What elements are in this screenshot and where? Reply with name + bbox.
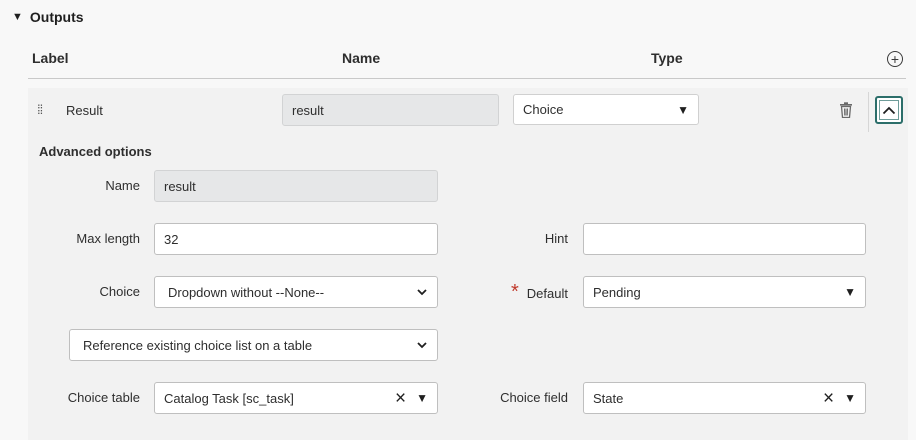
collapse-advanced-button[interactable] [875, 96, 903, 124]
row-type-value: Choice [523, 102, 564, 117]
header-divider [28, 78, 906, 79]
choice-field-label: Choice field [500, 390, 568, 405]
choice-table-label: Choice table [67, 390, 140, 405]
row-actions-divider [868, 92, 869, 132]
hint-input[interactable] [583, 223, 866, 255]
max-length-label: Max length [76, 231, 140, 246]
choice-source-value: Reference existing choice list on a tabl… [83, 337, 313, 353]
default-label-wrap: * Default [470, 281, 568, 303]
add-output-button[interactable]: + [887, 51, 903, 67]
column-header-label: Label [32, 50, 69, 66]
trash-icon[interactable] [839, 102, 853, 118]
clear-icon[interactable]: × [823, 389, 834, 408]
default-select[interactable]: Pending ▼ [583, 276, 866, 308]
choice-value: Dropdown without --None-- [168, 284, 325, 300]
max-length-input[interactable]: 32 [154, 223, 438, 255]
name-label: Name [105, 178, 140, 193]
default-label: Default [526, 285, 568, 301]
chevron-down-icon [417, 289, 427, 296]
choice-label: Choice [99, 284, 140, 299]
name-value: result [164, 178, 196, 194]
caret-down-icon: ▼ [12, 11, 23, 23]
triangle-down-icon[interactable]: ▼ [416, 391, 428, 405]
choice-field-value: State [593, 390, 624, 406]
section-title: Outputs [29, 9, 84, 25]
choice-select[interactable]: Dropdown without --None-- [154, 276, 438, 308]
advanced-options-title: Advanced options [39, 144, 152, 159]
row-name-field[interactable]: result [282, 94, 499, 126]
required-asterisk-icon: * [511, 281, 519, 303]
hint-label: Hint [544, 231, 568, 246]
plus-icon: + [890, 50, 900, 67]
triangle-down-icon: ▼ [844, 285, 856, 299]
choice-source-select[interactable]: Reference existing choice list on a tabl… [69, 329, 438, 361]
default-value: Pending [593, 284, 641, 300]
row-type-select[interactable]: Choice ▼ [513, 94, 699, 125]
clear-icon[interactable]: × [395, 389, 406, 408]
choice-table-reference[interactable]: Catalog Task [sc_task] × ▼ [154, 382, 438, 414]
max-length-value: 32 [164, 231, 179, 247]
choice-field-reference[interactable]: State × ▼ [583, 382, 866, 414]
name-field[interactable]: result [154, 170, 438, 202]
row-name-value: result [292, 102, 324, 118]
row-label: Result [66, 103, 103, 118]
chevron-down-icon [417, 342, 427, 349]
chevron-up-icon [882, 106, 896, 114]
column-header-name: Name [342, 50, 381, 66]
triangle-down-icon: ▼ [677, 102, 689, 117]
outputs-section-toggle[interactable]: ▼ Outputs [12, 9, 84, 25]
column-header-type: Type [651, 50, 683, 66]
choice-table-value: Catalog Task [sc_task] [164, 390, 294, 406]
triangle-down-icon[interactable]: ▼ [844, 391, 856, 405]
drag-handle-icon[interactable]: ⁞⁞ [37, 102, 43, 117]
